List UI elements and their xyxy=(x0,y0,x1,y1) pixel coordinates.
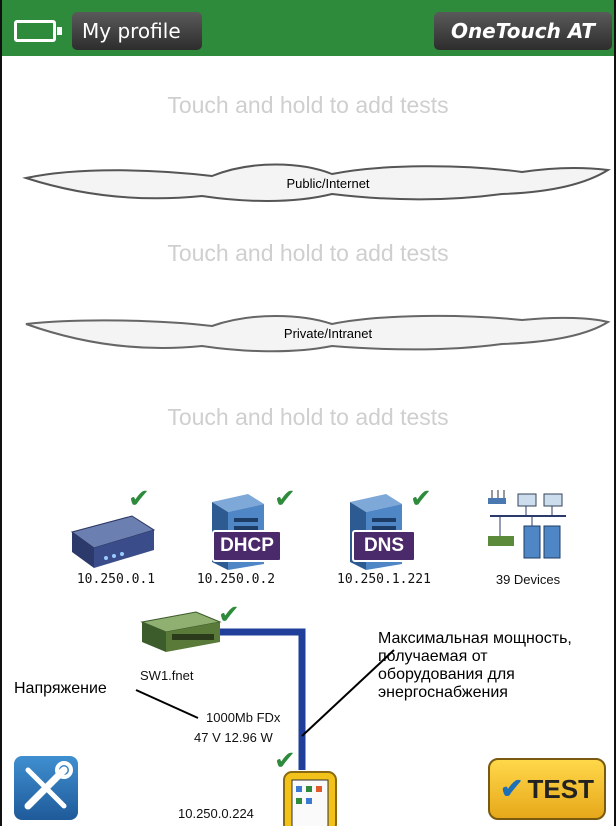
check-icon: ✔ xyxy=(218,600,240,630)
test-button-label: TEST xyxy=(527,774,594,804)
power-annotation-line: оборудования для xyxy=(378,666,515,683)
switch-device[interactable] xyxy=(138,608,258,668)
switch-name: SW1.fnet xyxy=(140,668,194,683)
tester-ip: 10.250.0.224 xyxy=(178,806,254,821)
tester-icon xyxy=(283,771,337,826)
poe-power: 47 V 12.96 W xyxy=(194,730,273,745)
check-icon: ✔ xyxy=(500,773,524,804)
voltage-annotation: Напряжение xyxy=(14,680,107,697)
connection-lines xyxy=(135,628,395,770)
power-annotation-line: получаемая от xyxy=(378,648,488,665)
power-annotation-line: энергоснабжения xyxy=(378,684,508,701)
link-speed: 1000Mb FDx xyxy=(206,710,281,725)
power-annotation: Максимальная мощность, получаемая от обо… xyxy=(378,630,614,702)
onetouch-screen: My profile OneTouch AT Touch and hold to… xyxy=(0,0,616,826)
wrench-screwdriver-icon xyxy=(24,761,73,810)
test-button[interactable]: ✔ TEST xyxy=(488,758,606,820)
tools-button[interactable] xyxy=(14,756,78,820)
power-annotation-line: Максимальная мощность, xyxy=(378,630,572,647)
tester-device[interactable] xyxy=(282,770,338,826)
switch-icon xyxy=(140,611,222,652)
